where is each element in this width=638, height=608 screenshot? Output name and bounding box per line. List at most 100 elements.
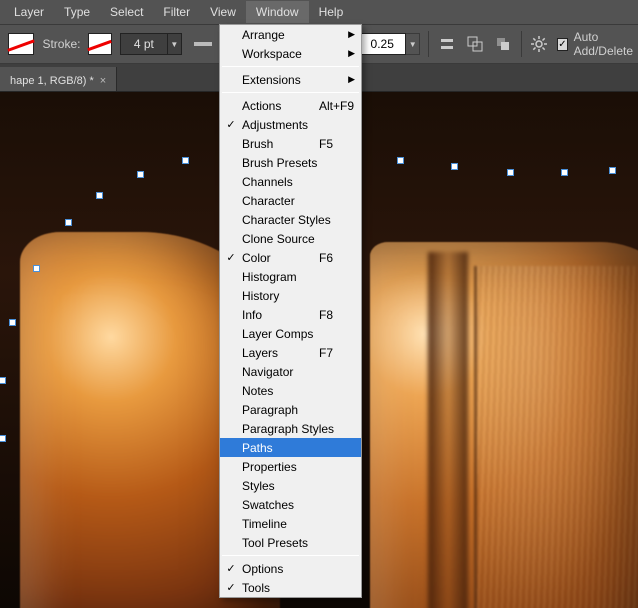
menu-item-channels[interactable]: Channels [220,172,361,191]
menu-item-label: Character Styles [242,213,361,227]
menu-item-label: Workspace [242,47,361,61]
menu-item-label: Brush Presets [242,156,361,170]
menu-item-histogram[interactable]: Histogram [220,267,361,286]
menu-item-paragraph[interactable]: Paragraph [220,400,361,419]
menu-item-adjustments[interactable]: ✓Adjustments [220,115,361,134]
menu-layer[interactable]: Layer [4,1,54,23]
menu-item-label: Clone Source [242,232,361,246]
menu-item-shortcut: F5 [319,137,361,151]
menu-item-label: Paths [242,441,361,455]
menu-item-label: Paragraph [242,403,361,417]
menu-item-paths[interactable]: Paths [220,438,361,457]
menu-item-timeline[interactable]: Timeline [220,514,361,533]
menu-type[interactable]: Type [54,1,100,23]
stroke-style-preview[interactable] [194,42,212,46]
path-anchor-point[interactable] [0,377,6,384]
menu-item-label: Channels [242,175,361,189]
submenu-arrow-icon: ▶ [348,29,355,40]
path-anchor-point[interactable] [561,169,568,176]
menu-item-history[interactable]: History [220,286,361,305]
menu-item-shortcut: F6 [319,251,361,265]
menu-item-notes[interactable]: Notes [220,381,361,400]
path-anchor-point[interactable] [0,435,6,442]
menu-item-label: Color [242,251,319,265]
menu-view[interactable]: View [200,1,246,23]
document-tab[interactable]: hape 1, RGB/8) * × [0,67,117,91]
menu-item-extensions[interactable]: Extensions▶ [220,70,361,89]
path-arrangement-icon[interactable] [493,31,513,57]
path-anchor-point[interactable] [507,169,514,176]
menu-item-navigator[interactable]: Navigator [220,362,361,381]
menu-item-label: Layers [242,346,319,360]
path-operations-icon[interactable] [465,31,485,57]
path-anchor-point[interactable] [182,157,189,164]
menu-item-label: Timeline [242,517,361,531]
checkmark-icon: ✓ [220,562,242,575]
stroke-weight-field[interactable]: 4 pt [120,33,168,55]
menu-item-shortcut: Alt+F9 [319,99,361,113]
menu-item-label: Arrange [242,28,361,42]
opacity-field[interactable]: 0.25 [358,33,406,55]
menu-help[interactable]: Help [309,1,354,23]
menu-item-label: Character [242,194,361,208]
menu-item-label: Adjustments [242,118,361,132]
menu-item-label: Tools [242,581,361,595]
align-edges-icon[interactable] [437,31,457,57]
auto-add-delete-checkbox[interactable]: ✓ [557,38,567,51]
stroke-swatch-none[interactable] [88,33,111,55]
menu-item-clone-source[interactable]: Clone Source [220,229,361,248]
fill-swatch-none[interactable] [8,33,34,55]
menu-item-tools[interactable]: ✓Tools [220,578,361,597]
menu-item-color[interactable]: ✓ColorF6 [220,248,361,267]
close-icon[interactable]: × [100,75,106,87]
menu-item-label: Options [242,562,361,576]
menu-item-brush-presets[interactable]: Brush Presets [220,153,361,172]
menu-item-properties[interactable]: Properties [220,457,361,476]
menu-item-layers[interactable]: LayersF7 [220,343,361,362]
menu-item-brush[interactable]: BrushF5 [220,134,361,153]
menu-item-shortcut: F7 [319,346,361,360]
opacity-dropdown[interactable]: ▼ [406,33,420,55]
menu-item-paragraph-styles[interactable]: Paragraph Styles [220,419,361,438]
path-anchor-point[interactable] [609,167,616,174]
menu-item-arrange[interactable]: Arrange▶ [220,25,361,44]
menu-item-character-styles[interactable]: Character Styles [220,210,361,229]
menu-window[interactable]: Window [246,1,309,23]
menu-item-label: Navigator [242,365,361,379]
window-menu-dropdown: Arrange▶Workspace▶Extensions▶ActionsAlt+… [219,24,362,598]
gear-icon[interactable] [529,31,549,57]
menu-item-label: Swatches [242,498,361,512]
path-anchor-point[interactable] [451,163,458,170]
menu-item-label: Tool Presets [242,536,361,550]
menu-separator [222,92,359,93]
menu-item-label: Paragraph Styles [242,422,361,436]
menu-separator [222,66,359,67]
menu-item-options[interactable]: ✓Options [220,559,361,578]
menu-item-swatches[interactable]: Swatches [220,495,361,514]
submenu-arrow-icon: ▶ [348,74,355,85]
stroke-weight-dropdown[interactable]: ▼ [168,33,182,55]
path-anchor-point[interactable] [137,171,144,178]
path-anchor-point[interactable] [96,192,103,199]
submenu-arrow-icon: ▶ [348,48,355,59]
menu-filter[interactable]: Filter [153,1,200,23]
menu-item-label: Styles [242,479,361,493]
menu-item-styles[interactable]: Styles [220,476,361,495]
menu-item-character[interactable]: Character [220,191,361,210]
menu-item-workspace[interactable]: Workspace▶ [220,44,361,63]
menu-item-label: History [242,289,361,303]
menu-item-label: Histogram [242,270,361,284]
path-anchor-point[interactable] [33,265,40,272]
path-anchor-point[interactable] [65,219,72,226]
menu-item-label: Actions [242,99,319,113]
menu-item-tool-presets[interactable]: Tool Presets [220,533,361,552]
menu-item-label: Brush [242,137,319,151]
menu-item-layer-comps[interactable]: Layer Comps [220,324,361,343]
menu-item-label: Notes [242,384,361,398]
path-anchor-point[interactable] [397,157,404,164]
path-anchor-point[interactable] [9,319,16,326]
menu-item-actions[interactable]: ActionsAlt+F9 [220,96,361,115]
menu-item-info[interactable]: InfoF8 [220,305,361,324]
menu-select[interactable]: Select [100,1,153,23]
stroke-label: Stroke: [42,37,80,51]
